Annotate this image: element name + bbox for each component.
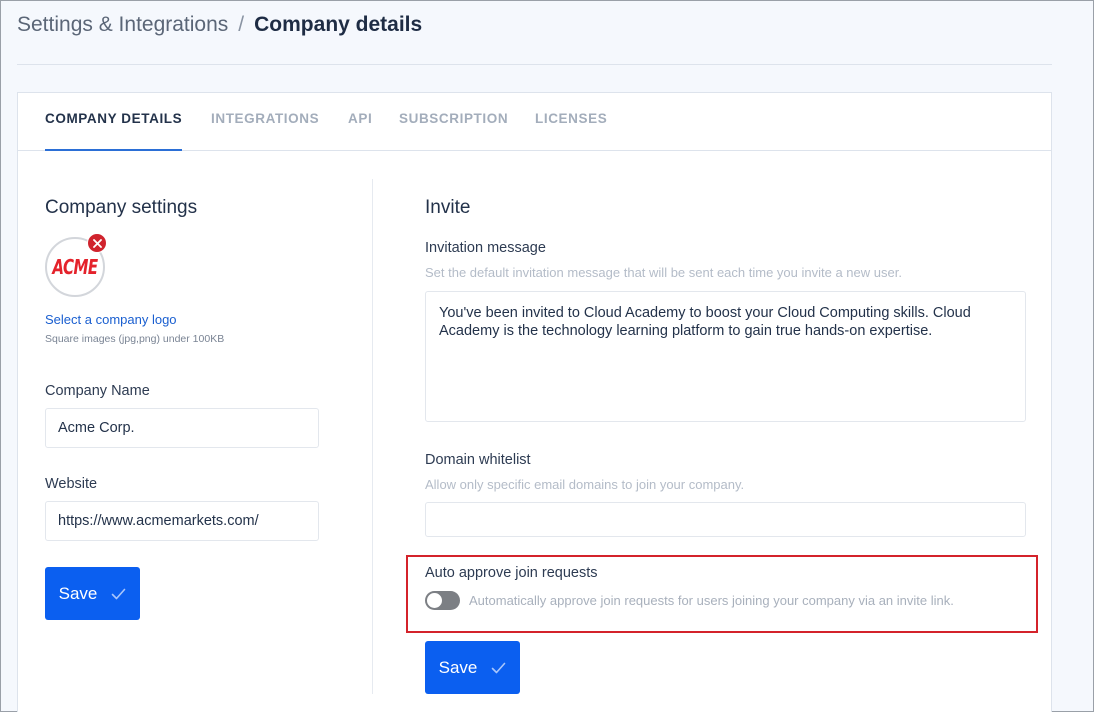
invitation-message-help: Set the default invitation message that … xyxy=(425,265,902,280)
company-save-button[interactable]: Save xyxy=(45,567,140,620)
check-icon xyxy=(111,588,126,600)
tab-integrations[interactable]: INTEGRATIONS xyxy=(211,111,319,151)
domain-whitelist-label: Domain whitelist xyxy=(425,452,531,468)
logo-hint: Square images (jpg,png) under 100KB xyxy=(45,333,225,345)
company-logo: ACME xyxy=(45,233,107,299)
save-button-label: Save xyxy=(58,583,98,603)
save-button-label: Save xyxy=(438,657,478,677)
close-icon[interactable] xyxy=(87,233,107,253)
tab-subscription[interactable]: SUBSCRIPTION xyxy=(399,111,508,151)
invite-title: Invite xyxy=(425,197,471,218)
company-name-input[interactable] xyxy=(45,408,319,448)
tab-company-details[interactable]: COMPANY DETAILS xyxy=(45,111,183,151)
check-icon xyxy=(491,662,506,674)
toggle-knob xyxy=(427,593,442,608)
tab-api[interactable]: API xyxy=(348,111,372,151)
column-divider xyxy=(372,179,373,694)
invite-save-button[interactable]: Save xyxy=(425,641,520,694)
select-logo-link[interactable]: Select a company logo xyxy=(45,312,177,327)
acme-logo-text: ACME xyxy=(52,254,98,280)
breadcrumb-parent[interactable]: Settings & Integrations xyxy=(17,13,228,36)
invitation-message-label: Invitation message xyxy=(425,240,546,256)
domain-whitelist-help: Allow only specific email domains to joi… xyxy=(425,477,745,492)
tab-licenses[interactable]: LICENSES xyxy=(535,111,607,151)
company-name-label: Company Name xyxy=(45,383,150,399)
breadcrumb-separator: / xyxy=(238,13,245,36)
website-label: Website xyxy=(45,476,98,492)
tab-bar: COMPANY DETAILS INTEGRATIONS API SUBSCRI… xyxy=(18,93,1051,151)
invitation-message-textarea[interactable]: You've been invited to Cloud Academy to … xyxy=(425,291,1026,422)
auto-approve-description: Automatically approve join requests for … xyxy=(469,593,954,608)
company-settings-title: Company settings xyxy=(45,197,198,218)
domain-whitelist-input[interactable] xyxy=(425,502,1026,537)
header-divider xyxy=(17,64,1052,65)
auto-approve-toggle[interactable] xyxy=(425,591,460,610)
website-input[interactable] xyxy=(45,501,319,541)
breadcrumb: Settings & Integrations / Company details xyxy=(17,11,422,39)
page-title: Company details xyxy=(254,13,423,36)
auto-approve-label: Auto approve join requests xyxy=(425,565,598,581)
